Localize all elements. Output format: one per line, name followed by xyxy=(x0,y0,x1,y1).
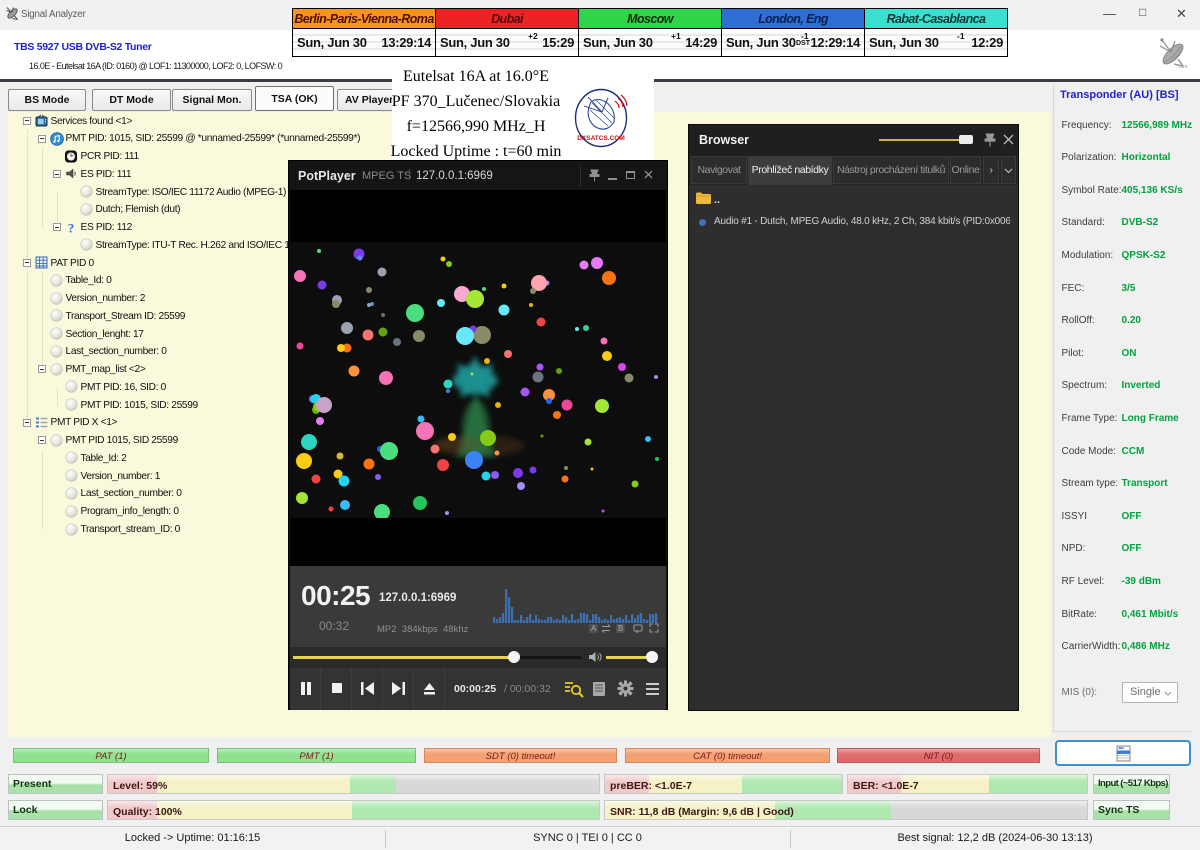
svg-text:DXSATCS.COM: DXSATCS.COM xyxy=(577,135,625,142)
svg-text:?: ? xyxy=(67,221,74,235)
svg-text:dxs: dxs xyxy=(1179,64,1188,69)
